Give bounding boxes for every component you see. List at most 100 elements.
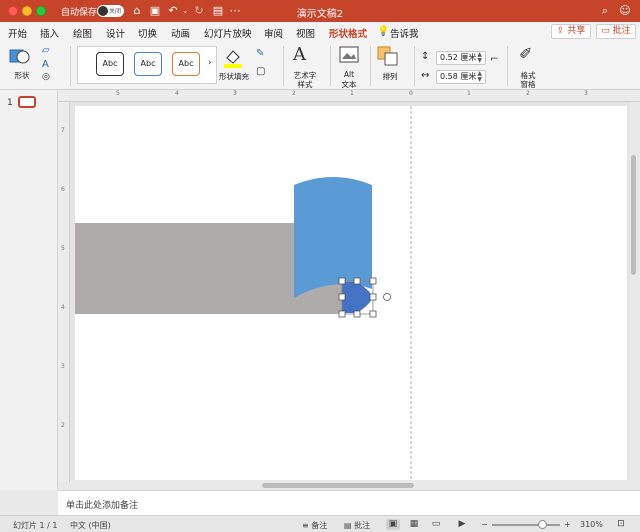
normal-view-icon[interactable]: ▣ [386,519,400,530]
comments-toggle-button[interactable]: ▤ 批注 [344,520,370,531]
ruler-tick: 4 [175,90,179,97]
comments-toggle-label: 批注 [354,521,371,530]
notes-toggle-button[interactable]: ≡ 备注 [302,520,327,531]
tab-transitions[interactable]: 切换 [138,26,157,40]
slide-drawing [75,106,412,480]
vertical-scrollbar[interactable] [631,155,636,275]
ruler-tick: 3 [233,90,237,97]
tab-shape-format[interactable]: 形状格式 [329,26,368,44]
ruler-tick: 3 [61,363,65,370]
edit-shape-icon[interactable]: ▱ [42,45,50,56]
language-status[interactable]: 中文 (中国) [70,520,111,531]
arrange-label: 排列 [382,72,398,81]
resize-handle[interactable] [338,277,346,285]
zoom-level[interactable]: 310% [580,520,603,529]
ruler-tick: 5 [116,90,120,97]
zoom-slider-thumb[interactable] [538,520,547,529]
tab-home[interactable]: 开始 [8,26,27,40]
ruler-tick: 5 [61,245,65,252]
tab-draw[interactable]: 绘图 [73,26,92,40]
shape-style-1[interactable]: Abc [96,52,124,76]
horizontal-ruler: 5 4 3 2 1 0 1 2 3 [58,90,640,102]
autosave-toggle[interactable]: 关闭 [97,5,124,17]
slide-thumbnail[interactable] [18,96,36,108]
resize-handle[interactable] [338,310,346,318]
height-input[interactable]: 0.52 厘米 ▲ ▼ [436,51,486,65]
height-value: 0.52 厘米 [440,53,477,62]
tab-tell-me[interactable]: 告诉我 [390,26,419,40]
zoom-window-button[interactable] [36,6,46,16]
zoom-slider-track[interactable] [492,524,560,526]
horizontal-scrollbar[interactable] [262,483,414,488]
wordart-label-2: 样式 [297,80,313,89]
alt-text-label-1: Alt [343,70,355,79]
resize-handle[interactable] [338,293,346,301]
home-icon[interactable]: ⌂ [130,4,144,18]
share-button[interactable]: ⇪ 共享 [551,24,591,39]
comment-button[interactable]: ▭ 批注 [596,24,636,39]
resize-handle[interactable] [369,310,377,318]
slide-sorter-icon[interactable]: ▦ [407,519,421,530]
gallery-more-icon[interactable]: › [208,58,212,68]
zoom-in-button[interactable]: + [564,520,571,529]
search-icon[interactable]: ⌕ [598,4,612,18]
slideshow-icon[interactable]: ▶ [455,519,469,530]
tab-view[interactable]: 视图 [296,26,315,40]
close-window-button[interactable] [8,6,18,16]
redo-icon[interactable]: ↻ [192,4,206,18]
lock-aspect-icon[interactable]: ⌐ [490,54,498,65]
shapes-icon[interactable] [9,47,31,65]
more-icon[interactable]: ⋯ [228,4,242,18]
ruler-tick: 3 [584,90,588,97]
save-icon[interactable]: ▣ [148,4,162,18]
shape-style-3[interactable]: Abc [172,52,200,76]
present-icon[interactable]: ▤ [211,4,225,18]
rotate-handle-icon[interactable] [383,293,391,301]
shape-effects-icon[interactable]: ▢ [256,66,265,77]
text-box-icon[interactable]: A [42,59,49,70]
ruler-tick: 2 [292,90,296,97]
toggle-knob [98,6,108,16]
shape-fill-label: 形状填充 [219,72,249,81]
shape-style-2[interactable]: Abc [134,52,162,76]
width-stepper-icon[interactable]: ▲ ▼ [477,71,482,83]
zoom-out-button[interactable]: − [481,520,488,529]
fit-to-window-icon[interactable]: ⊡ [614,519,628,530]
slide[interactable] [75,106,627,480]
slide-number: 1 [7,98,13,108]
merge-shapes-icon[interactable]: ◎ [42,72,50,82]
notes-pane[interactable]: 单击此处添加备注 [58,490,640,515]
resize-handle[interactable] [353,277,361,285]
ruler-tick: 1 [350,90,354,97]
format-pane-icon[interactable]: ✐ [519,44,532,63]
shape-styles-gallery: Abc Abc Abc [77,46,217,84]
reading-view-icon[interactable]: ▭ [429,519,443,530]
arrange-icon[interactable] [377,46,399,66]
ruler-tick: 7 [61,127,65,134]
tab-design[interactable]: 设计 [106,26,125,40]
separator [507,46,508,86]
format-pane-label-2: 窗格 [520,80,536,89]
width-input[interactable]: 0.58 厘米 ▲ ▼ [436,70,486,84]
tab-animations[interactable]: 动画 [171,26,190,40]
title-bar: 自动保存 关闭 ⌂ ▣ ↶ ⌄ ↻ ▤ ⋯ 演示文稿2 ⌕ ☺ [0,0,640,22]
paint-bucket-icon[interactable] [222,46,244,68]
resize-handle[interactable] [369,293,377,301]
lightbulb-icon: 💡 [377,26,390,37]
comment-label: 批注 [612,26,631,36]
share-label: 共享 [567,26,586,36]
alt-text-icon[interactable] [339,46,359,64]
resize-handle[interactable] [353,310,361,318]
tab-review[interactable]: 审阅 [264,26,283,40]
notes-placeholder: 单击此处添加备注 [66,501,139,511]
shape-outline-icon[interactable]: ✎ [256,48,264,59]
tab-slideshow[interactable]: 幻灯片放映 [204,26,252,40]
height-stepper-icon[interactable]: ▲ ▼ [477,52,482,64]
wordart-icon[interactable]: A [293,44,306,65]
editing-canvas [70,102,630,480]
resize-handle[interactable] [369,277,377,285]
tab-insert[interactable]: 插入 [40,26,59,40]
minimize-window-button[interactable] [22,6,32,16]
account-icon[interactable]: ☺ [618,4,632,18]
undo-dropdown-icon[interactable]: ⌄ [178,4,192,18]
